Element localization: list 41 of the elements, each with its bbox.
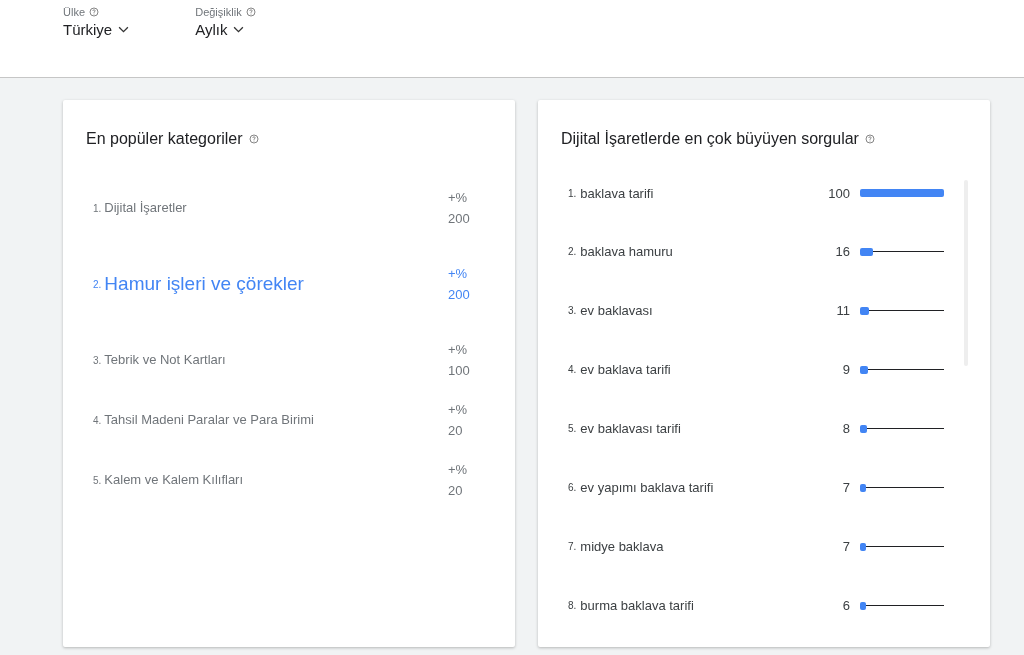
rank-number: 8.: [568, 600, 577, 611]
query-text: ev yapımı baklava tarifi: [580, 480, 715, 495]
query-value: 8: [842, 421, 850, 436]
query-text: baklava tarifi: [580, 185, 655, 201]
query-value: 9: [842, 362, 850, 377]
query-text: burma baklava tarifi: [580, 598, 695, 613]
query-value: 6: [842, 598, 850, 613]
category-item[interactable]: 1. Dijital İşaretler +% 200: [86, 178, 493, 238]
category-item[interactable]: 4. Tahsil Madeni Paralar ve Para Birimi +% 20: [86, 390, 493, 450]
chevron-down-icon: [233, 26, 245, 33]
query-text: ev baklavası: [580, 303, 654, 318]
help-icon[interactable]: [245, 7, 256, 17]
card-title: En popüler kategoriler: [86, 130, 243, 148]
query-text: midye baklava: [580, 539, 665, 554]
rank-number: 4.: [568, 364, 577, 375]
query-text: ev baklavası tarifi: [580, 421, 682, 436]
filter-dropdown[interactable]: Türkiye: [63, 21, 130, 38]
query-value: 100: [828, 185, 850, 201]
rank-number: 1.: [568, 187, 577, 199]
rank-number: 5.: [568, 423, 577, 434]
query-value: 7: [842, 539, 850, 554]
help-icon[interactable]: [248, 134, 259, 144]
rank-number: 6.: [568, 482, 577, 493]
query-text: ev baklava tarifi: [580, 362, 672, 377]
category-item[interactable]: 3. Tebrik ve Not Kartları +% 100: [86, 330, 493, 390]
card-title: Dijital İşaretlerde en çok büyüyen sorgular: [561, 130, 859, 148]
query-value: 11: [836, 303, 850, 318]
filter-label: Ülke: [63, 6, 85, 18]
rank-number: 2.: [568, 246, 577, 257]
rank-number: 3.: [568, 305, 577, 316]
query-value: 7: [842, 480, 850, 495]
rank-number: 7.: [568, 541, 577, 552]
help-icon[interactable]: [864, 134, 875, 144]
query-text: baklava hamuru: [580, 244, 674, 259]
filter-dropdown[interactable]: Aylık: [195, 21, 256, 38]
help-icon[interactable]: [89, 7, 99, 17]
filter-label: Değişiklik: [195, 6, 242, 18]
chevron-down-icon: [118, 26, 130, 33]
category-item[interactable]: 2.Hamur işleri ve çörekler +% 200: [86, 238, 493, 330]
category-item[interactable]: 5. Kalem ve Kalem Kılıfları +% 20: [86, 450, 493, 510]
query-value: 16: [835, 244, 850, 259]
